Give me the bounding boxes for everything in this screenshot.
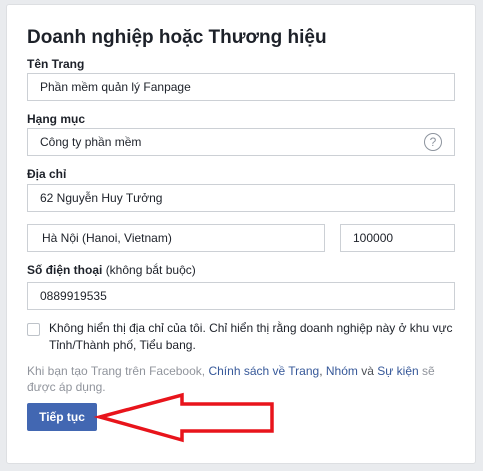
create-page-card: Doanh nghiệp hoặc Thương hiệu Tên Trang … xyxy=(6,4,476,464)
category-label: Hạng mục xyxy=(27,112,86,126)
hide-address-label[interactable]: Không hiển thị địa chỉ của tôi. Chỉ hiển… xyxy=(49,320,469,354)
hide-address-checkbox[interactable] xyxy=(27,323,40,336)
phone-optional-text: (không bắt buộc) xyxy=(105,263,196,277)
street-input[interactable]: 62 Nguyễn Huy Tưởng xyxy=(27,184,455,212)
form-title: Doanh nghiệp hoặc Thương hiệu xyxy=(27,27,327,48)
category-input[interactable]: Công ty phần mềm ? xyxy=(27,128,455,156)
question-icon[interactable]: ? xyxy=(424,133,442,151)
phone-label-text: Số điện thoại xyxy=(27,263,103,277)
category-value: Công ty phần mềm xyxy=(40,135,142,149)
groups-link[interactable]: Nhóm xyxy=(326,364,358,378)
note-and: và xyxy=(361,364,374,378)
pages-policy-link[interactable]: Chính sách về Trang xyxy=(208,364,319,378)
page-name-label: Tên Trang xyxy=(27,57,85,71)
address-label: Địa chỉ xyxy=(27,167,67,181)
policy-note: Khi bạn tạo Trang trên Facebook, Chính s… xyxy=(27,363,457,395)
page-name-input[interactable]: Phần mềm quản lý Fanpage xyxy=(27,73,455,101)
phone-label: Số điện thoại (không bắt buộc) xyxy=(27,263,196,277)
continue-button[interactable]: Tiếp tục xyxy=(27,403,97,431)
note-prefix: Khi bạn tạo Trang trên Facebook, xyxy=(27,364,206,378)
city-input[interactable]: Hà Nội (Hanoi, Vietnam) xyxy=(27,224,325,252)
phone-input[interactable]: 0889919535 xyxy=(27,282,455,310)
zip-input[interactable]: 100000 xyxy=(340,224,455,252)
note-separator: , xyxy=(319,364,323,378)
events-link[interactable]: Sự kiện xyxy=(377,364,418,378)
